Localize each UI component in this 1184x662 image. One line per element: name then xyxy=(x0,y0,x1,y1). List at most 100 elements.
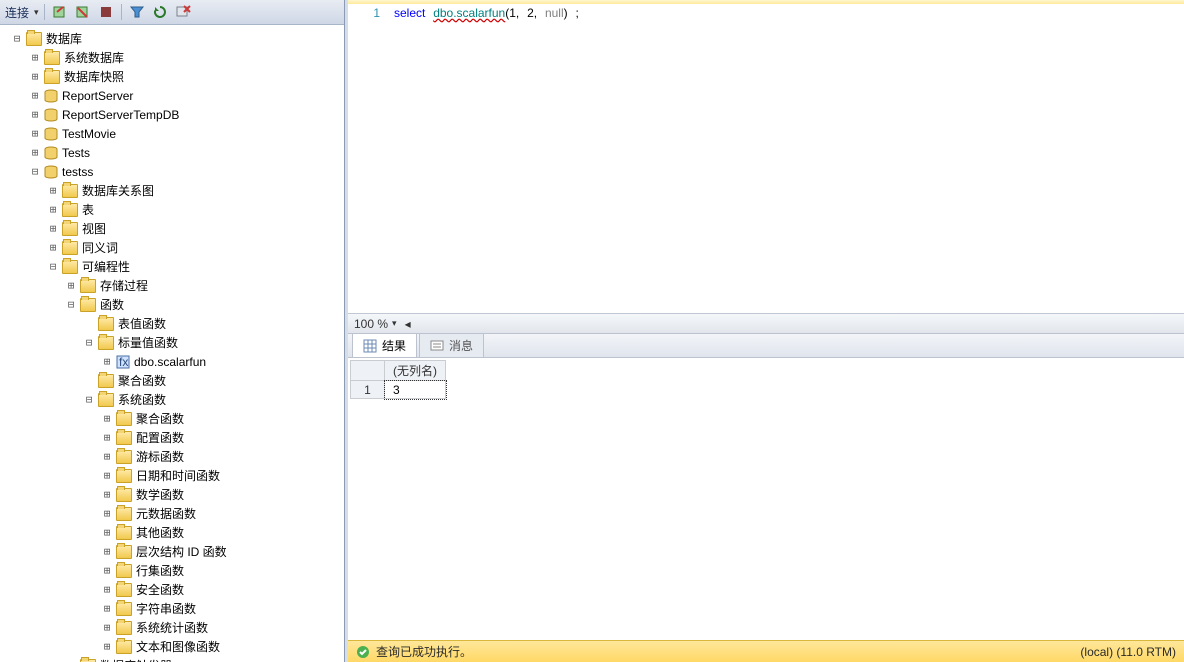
expand-toggle[interactable]: ⊟ xyxy=(8,32,26,45)
tree-item-label: TestMovie xyxy=(62,127,116,141)
expand-toggle[interactable]: ⊞ xyxy=(26,51,44,64)
expand-toggle[interactable]: ⊞ xyxy=(26,108,44,121)
settings-button[interactable] xyxy=(173,2,193,22)
stop-button[interactable] xyxy=(96,2,116,22)
tree-item[interactable]: ⊞安全函数 xyxy=(0,580,344,599)
tree-item[interactable]: ⊞文本和图像函数 xyxy=(0,637,344,656)
tree-item[interactable]: ⊞系统数据库 xyxy=(0,48,344,67)
expand-toggle[interactable]: ⊞ xyxy=(44,241,62,254)
tree-item[interactable]: ⊞fx dbo.scalarfun xyxy=(0,352,344,371)
results-grid[interactable]: (无列名) 1 3 xyxy=(350,360,446,399)
grid-icon xyxy=(363,339,377,353)
tree-item[interactable]: ⊞数据库触发器 xyxy=(0,656,344,662)
tree-item[interactable]: ⊞聚合函数 xyxy=(0,409,344,428)
tree-item[interactable]: ⊞存储过程 xyxy=(0,276,344,295)
folder-icon xyxy=(62,184,78,198)
tree-item[interactable]: ⊟可编程性 xyxy=(0,257,344,276)
expand-toggle[interactable]: ⊞ xyxy=(62,279,80,292)
object-tree[interactable]: ⊟数据库⊞系统数据库⊞数据库快照⊞ReportServer⊞ReportServ… xyxy=(0,25,344,662)
folder-icon xyxy=(116,564,132,578)
tree-item[interactable]: ⊞数据库关系图 xyxy=(0,181,344,200)
folder-icon xyxy=(116,602,132,616)
status-bar: 查询已成功执行。 (local) (11.0 RTM) xyxy=(348,640,1184,662)
tree-item[interactable]: 表值函数 xyxy=(0,314,344,333)
grid-cell[interactable]: 3 xyxy=(385,381,446,399)
tree-item[interactable]: ⊞层次结构 ID 函数 xyxy=(0,542,344,561)
tree-item[interactable]: ⊞日期和时间函数 xyxy=(0,466,344,485)
expand-toggle[interactable]: ⊞ xyxy=(98,602,116,615)
tab-results[interactable]: 结果 xyxy=(352,333,417,357)
tree-item[interactable]: ⊞行集函数 xyxy=(0,561,344,580)
tab-messages[interactable]: 消息 xyxy=(419,333,484,357)
database-icon xyxy=(44,127,58,141)
tree-item-label: 系统统计函数 xyxy=(136,619,208,636)
expand-toggle[interactable]: ⊟ xyxy=(44,260,62,273)
tree-item[interactable]: 聚合函数 xyxy=(0,371,344,390)
expand-toggle[interactable]: ⊞ xyxy=(98,450,116,463)
zoom-dropdown-icon[interactable]: ▾ xyxy=(392,318,397,329)
expand-toggle[interactable]: ⊞ xyxy=(98,469,116,482)
expand-toggle[interactable]: ⊞ xyxy=(98,545,116,558)
tree-item[interactable]: ⊟testss xyxy=(0,162,344,181)
tree-item-label: 表 xyxy=(82,201,94,218)
filter-button[interactable] xyxy=(127,2,147,22)
tree-item[interactable]: ⊞同义词 xyxy=(0,238,344,257)
expand-toggle[interactable]: ⊞ xyxy=(98,507,116,520)
expand-toggle[interactable]: ⊞ xyxy=(44,184,62,197)
tree-item[interactable]: ⊞ TestMovie xyxy=(0,124,344,143)
sql-editor[interactable]: 1 select dbo.scalarfun(1, 2, null) ; xyxy=(348,4,1184,314)
expand-toggle[interactable]: ⊞ xyxy=(26,70,44,83)
expand-toggle[interactable]: ⊞ xyxy=(26,89,44,102)
expand-toggle[interactable]: ⊞ xyxy=(98,583,116,596)
tree-item[interactable]: ⊞配置函数 xyxy=(0,428,344,447)
expand-toggle[interactable]: ⊞ xyxy=(98,564,116,577)
sql-code[interactable]: select dbo.scalarfun(1, 2, null) ; xyxy=(388,4,1184,313)
expand-toggle[interactable]: ⊞ xyxy=(26,146,44,159)
expand-toggle[interactable]: ⊞ xyxy=(98,488,116,501)
tree-item[interactable]: ⊞其他函数 xyxy=(0,523,344,542)
tree-item[interactable]: ⊞数据库快照 xyxy=(0,67,344,86)
tree-item[interactable]: ⊞字符串函数 xyxy=(0,599,344,618)
folder-icon xyxy=(62,222,78,236)
expand-toggle[interactable]: ⊞ xyxy=(98,640,116,653)
refresh-button[interactable] xyxy=(150,2,170,22)
folder-icon xyxy=(116,545,132,559)
tree-item[interactable]: ⊟系统函数 xyxy=(0,390,344,409)
tree-item[interactable]: ⊞Tests xyxy=(0,143,344,162)
expand-toggle[interactable]: ⊟ xyxy=(80,393,98,406)
connect-button[interactable] xyxy=(50,2,70,22)
expand-toggle[interactable]: ⊞ xyxy=(98,621,116,634)
tree-item[interactable]: ⊞ 系统统计函数 xyxy=(0,618,344,637)
grid-col-header[interactable]: (无列名) xyxy=(385,361,446,381)
connect-label[interactable]: 连接 xyxy=(5,4,29,21)
tree-item[interactable]: ⊟数据库 xyxy=(0,29,344,48)
tree-item[interactable]: ⊟函数 xyxy=(0,295,344,314)
expand-toggle[interactable]: ⊞ xyxy=(44,222,62,235)
grid-corner[interactable] xyxy=(351,361,385,381)
expand-toggle[interactable]: ⊞ xyxy=(98,431,116,444)
expand-toggle[interactable]: ⊞ xyxy=(98,412,116,425)
expand-toggle[interactable]: ⊞ xyxy=(26,127,44,140)
tree-item[interactable]: ⊞表 xyxy=(0,200,344,219)
tree-item[interactable]: ⊞数学函数 xyxy=(0,485,344,504)
expand-toggle[interactable]: ⊟ xyxy=(62,298,80,311)
expand-toggle[interactable]: ⊞ xyxy=(98,526,116,539)
zoom-expander-icon[interactable]: ◂ xyxy=(405,317,411,331)
svg-text:fx: fx xyxy=(119,355,128,369)
tree-item[interactable]: ⊞ReportServer xyxy=(0,86,344,105)
tree-item[interactable]: ⊞元数据函数 xyxy=(0,504,344,523)
tree-item[interactable]: ⊞游标函数 xyxy=(0,447,344,466)
tree-item-label: dbo.scalarfun xyxy=(134,355,206,369)
grid-row-header[interactable]: 1 xyxy=(351,381,385,399)
zoom-value[interactable]: 100 % xyxy=(354,317,388,331)
tree-item[interactable]: ⊞视图 xyxy=(0,219,344,238)
tree-item[interactable]: ⊞ReportServerTempDB xyxy=(0,105,344,124)
expand-toggle[interactable]: ⊟ xyxy=(80,336,98,349)
tree-item[interactable]: ⊟标量值函数 xyxy=(0,333,344,352)
connect-dropdown-icon[interactable]: ▾ xyxy=(34,7,39,18)
disconnect-button[interactable] xyxy=(73,2,93,22)
expand-toggle[interactable]: ⊞ xyxy=(44,203,62,216)
expand-toggle[interactable]: ⊞ xyxy=(98,355,116,368)
results-pane[interactable]: (无列名) 1 3 xyxy=(348,358,1184,640)
expand-toggle[interactable]: ⊟ xyxy=(26,165,44,178)
